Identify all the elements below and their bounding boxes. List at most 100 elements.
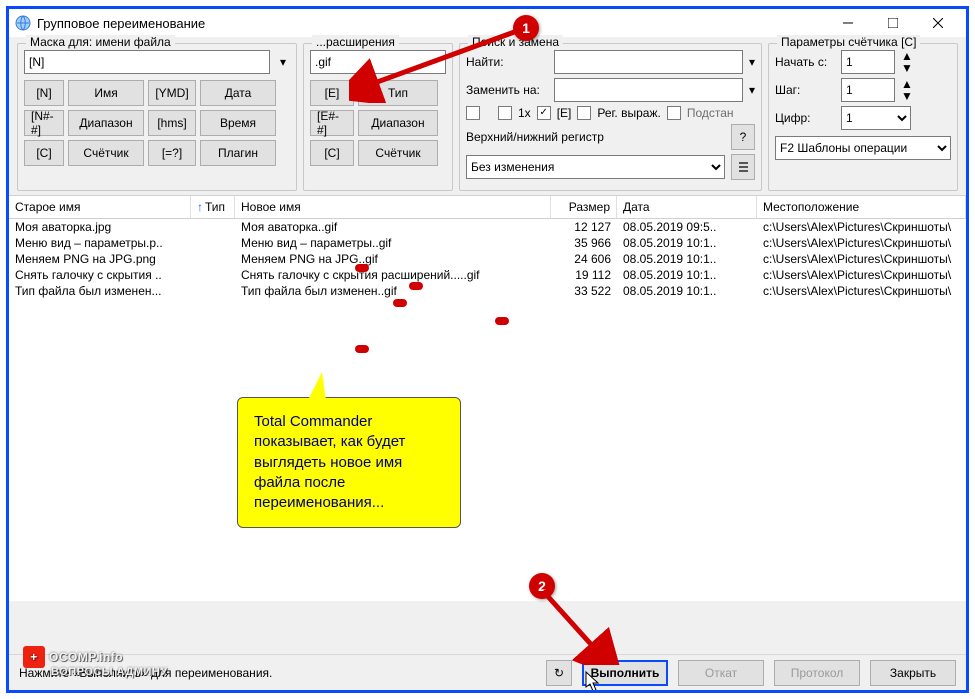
ext-legend: ...расширения [312, 35, 399, 49]
col-type[interactable]: Тип [191, 196, 235, 218]
col-size[interactable]: Размер [551, 196, 617, 218]
btn-eq[interactable]: [=?] [148, 140, 196, 166]
chk-subst-label: Подстан [687, 106, 734, 120]
btn-time[interactable]: Время [200, 110, 276, 136]
chevron-down-icon[interactable]: ▾ [749, 83, 755, 97]
file-list[interactable]: Моя аваторка.jpgМоя аваторка..gif12 1270… [9, 219, 966, 601]
btn-ec[interactable]: [C] [310, 140, 354, 166]
btn-ymd[interactable]: [YMD] [148, 80, 196, 106]
cell-old: Тип файла был изменен... [9, 284, 191, 298]
btn-erange-lbl[interactable]: Диапазон [358, 110, 438, 136]
btn-counter[interactable]: Счётчик [68, 140, 144, 166]
btn-nrange[interactable]: [N#-#] [24, 110, 64, 136]
cell-type [191, 252, 235, 266]
cell-type [191, 236, 235, 250]
col-loc[interactable]: Местоположение [757, 196, 966, 218]
table-row[interactable]: Моя аваторка.jpgМоя аваторка..gif12 1270… [9, 219, 966, 235]
log-button[interactable]: Протокол [774, 660, 860, 686]
search-legend: Поиск и замена [468, 35, 563, 49]
annotation-dot [393, 299, 407, 307]
cell-date: 08.05.2019 09:5.. [617, 220, 757, 234]
cell-date: 08.05.2019 10:1.. [617, 236, 757, 250]
btn-plugin[interactable]: Плагин [200, 140, 276, 166]
chk-e[interactable]: ✓ [537, 106, 551, 120]
cell-size: 24 606 [551, 252, 617, 266]
replace-input[interactable] [554, 78, 743, 102]
btn-hms[interactable]: [hms] [148, 110, 196, 136]
spin-down-icon[interactable]: ▼ [901, 90, 913, 102]
btn-name[interactable]: Имя [68, 80, 144, 106]
btn-erange[interactable]: [E#-#] [310, 110, 354, 136]
col-old[interactable]: Старое имя [9, 196, 191, 218]
spin-down-icon[interactable]: ▼ [901, 62, 913, 74]
cell-size: 33 522 [551, 284, 617, 298]
cell-old: Снять галочку с скрытия .. [9, 268, 191, 282]
cell-old: Меню вид – параметры.p.. [9, 236, 191, 250]
step-label: Шаг: [775, 83, 835, 97]
table-row[interactable]: Тип файла был изменен...Тип файла был из… [9, 283, 966, 299]
help-button[interactable]: ? [731, 124, 755, 150]
annotation-bubble-1: 1 [513, 15, 539, 41]
close-button[interactable] [915, 9, 960, 37]
cell-new: Моя аваторка..gif [235, 220, 551, 234]
digits-label: Цифр: [775, 111, 835, 125]
cell-new: Меню вид – параметры..gif [235, 236, 551, 250]
btn-type[interactable]: Тип [358, 80, 438, 106]
digits-combo[interactable]: 1 [841, 106, 911, 130]
cell-date: 08.05.2019 10:1.. [617, 268, 757, 282]
col-new[interactable]: Новое имя [235, 196, 551, 218]
annotation-dot [355, 264, 369, 272]
start-input[interactable] [841, 50, 895, 74]
run-button[interactable]: Выполнить [582, 660, 668, 686]
find-input[interactable] [554, 50, 743, 74]
undo-button[interactable]: Откат [678, 660, 764, 686]
templates-combo[interactable]: F2 Шаблоны операции [775, 136, 951, 160]
app-icon [15, 15, 31, 31]
ext-input[interactable] [310, 50, 446, 74]
btn-ecounter[interactable]: Счётчик [358, 140, 438, 166]
chevron-down-icon[interactable]: ▾ [749, 55, 755, 69]
cell-size: 19 112 [551, 268, 617, 282]
edit-names-button[interactable] [731, 154, 755, 180]
cell-size: 12 127 [551, 220, 617, 234]
window-title: Групповое переименование [37, 16, 825, 31]
btn-nrange-lbl[interactable]: Диапазон [68, 110, 144, 136]
cell-date: 08.05.2019 10:1.. [617, 284, 757, 298]
table-row[interactable]: Снять галочку с скрытия .. Снять галочку … [9, 267, 966, 283]
mask-group: Маска для: имени файла ▾ [N] Имя [YMD] Д… [17, 43, 297, 191]
maximize-button[interactable] [870, 9, 915, 37]
titlebar: Групповое переименование [9, 9, 966, 37]
btn-c[interactable]: [C] [24, 140, 64, 166]
annotation-bubble-2: 2 [529, 573, 555, 599]
case-combo[interactable]: Без изменения [466, 155, 725, 179]
chk-e-label: [E] [557, 106, 572, 120]
ext-group: ...расширения [E] Тип [E#-#] Диапазон [C… [303, 43, 453, 191]
cell-type [191, 220, 235, 234]
cell-new: Снять галочку с скрытия расширений.....g… [235, 268, 551, 282]
cell-type [191, 268, 235, 282]
mask-input[interactable] [24, 50, 270, 74]
find-label: Найти: [466, 55, 548, 69]
chk-unknown[interactable] [466, 106, 480, 120]
reload-button[interactable]: ↻ [546, 660, 572, 686]
btn-e[interactable]: [E] [310, 80, 354, 106]
minimize-button[interactable] [825, 9, 870, 37]
chevron-down-icon[interactable]: ▾ [276, 55, 290, 69]
annotation-dot [409, 282, 423, 290]
chk-subst[interactable] [667, 106, 681, 120]
chk-regex[interactable] [577, 106, 591, 120]
table-row[interactable]: Меню вид – параметры.p.. Меню вид – парам… [9, 235, 966, 251]
close-button-footer[interactable]: Закрыть [870, 660, 956, 686]
start-label: Начать с: [775, 55, 835, 69]
annotation-dot [355, 345, 369, 353]
step-input[interactable] [841, 78, 895, 102]
annotation-callout: Total Commander показывает, как будет вы… [237, 397, 461, 528]
chk-1x[interactable] [498, 106, 512, 120]
table-row[interactable]: Меняем PNG на JPG.pngМеняем PNG на JPG..… [9, 251, 966, 267]
cell-old: Меняем PNG на JPG.png [9, 252, 191, 266]
btn-date[interactable]: Дата [200, 80, 276, 106]
cell-loc: c:\Users\Alex\Pictures\Скриншоты\ [757, 268, 966, 282]
btn-n[interactable]: [N] [24, 80, 64, 106]
col-date[interactable]: Дата [617, 196, 757, 218]
mask-legend: Маска для: имени файла [26, 35, 175, 49]
